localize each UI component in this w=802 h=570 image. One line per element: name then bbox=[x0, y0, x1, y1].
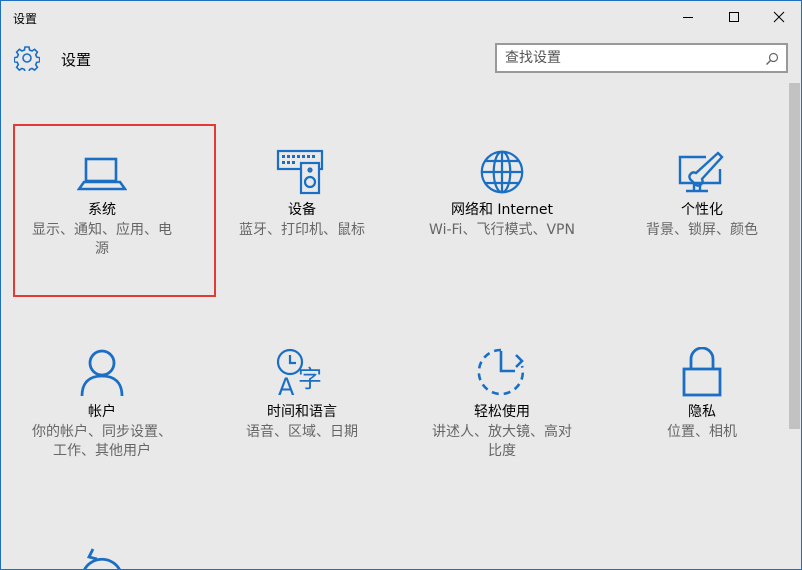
tile-title: 帐户 bbox=[88, 404, 116, 420]
search-box[interactable] bbox=[495, 43, 788, 73]
page-title: 设置 bbox=[61, 51, 92, 69]
minimize-button[interactable] bbox=[665, 1, 711, 33]
tile-description: 位置、相机 bbox=[667, 424, 737, 440]
tile-privacy[interactable]: 隐私 位置、相机 bbox=[602, 347, 801, 442]
person-icon bbox=[2, 347, 202, 397]
window-title: 设置 bbox=[13, 12, 38, 26]
tile-title: 隐私 bbox=[688, 404, 716, 420]
tile-description: 你的帐户、同步设置、 bbox=[32, 424, 172, 440]
tile-description: Wi-Fi、飞行模式、VPN bbox=[429, 222, 575, 238]
tile-title: 个性化 bbox=[681, 202, 723, 218]
tile-description: 语音、区域、日期 bbox=[246, 424, 358, 440]
tile-description-cont: 工作、其他用户 bbox=[53, 443, 151, 459]
close-button[interactable] bbox=[756, 1, 801, 33]
time-language-icon: A 字 bbox=[202, 347, 402, 397]
tile-description: 背景、锁屏、颜色 bbox=[646, 222, 758, 238]
search-input[interactable] bbox=[505, 48, 755, 68]
svg-text:A: A bbox=[278, 373, 295, 397]
settings-window: 设置 设置 查找设置 系统 显示、通知、应用、电 源 设备 蓝牙、打印机、鼠标 … bbox=[0, 0, 802, 570]
minimize-icon bbox=[683, 17, 693, 18]
tile-title: 网络和 Internet bbox=[450, 202, 554, 218]
close-icon bbox=[773, 11, 785, 23]
lock-icon bbox=[602, 347, 801, 397]
svg-text:字: 字 bbox=[298, 365, 322, 393]
ease-of-access-icon bbox=[402, 347, 602, 397]
tile-network[interactable]: 网络和 Internet Wi-Fi、飞行模式、VPN bbox=[402, 149, 602, 240]
maximize-icon bbox=[729, 12, 739, 22]
selection-highlight bbox=[13, 124, 216, 297]
tile-description: 讲述人、放大镜、高对 bbox=[432, 424, 572, 440]
personalization-icon bbox=[602, 149, 801, 195]
maximize-button[interactable] bbox=[711, 1, 757, 33]
tile-title: 轻松使用 bbox=[474, 404, 530, 420]
search-icon[interactable] bbox=[765, 51, 779, 70]
devices-icon bbox=[202, 149, 402, 195]
refresh-icon bbox=[2, 547, 202, 569]
tile-title: 设备 bbox=[288, 202, 316, 218]
tile-time-language[interactable]: A 字 时间和语言 语音、区域、日期 bbox=[202, 347, 402, 442]
tile-update-security[interactable] bbox=[2, 547, 202, 569]
tile-ease-of-access[interactable]: 轻松使用 讲述人、放大镜、高对 比度 bbox=[402, 347, 602, 461]
tile-devices[interactable]: 设备 蓝牙、打印机、鼠标 bbox=[202, 149, 402, 240]
tile-title: 时间和语言 bbox=[267, 404, 337, 420]
tile-personalization[interactable]: 个性化 背景、锁屏、颜色 bbox=[602, 149, 801, 240]
gear-icon bbox=[13, 45, 41, 75]
tile-accounts[interactable]: 帐户 你的帐户、同步设置、 工作、其他用户 bbox=[2, 347, 202, 461]
title-bar[interactable]: 设置 bbox=[1, 1, 801, 33]
tile-description: 蓝牙、打印机、鼠标 bbox=[239, 222, 365, 238]
globe-icon bbox=[402, 149, 602, 195]
tile-description-cont: 比度 bbox=[488, 443, 516, 459]
